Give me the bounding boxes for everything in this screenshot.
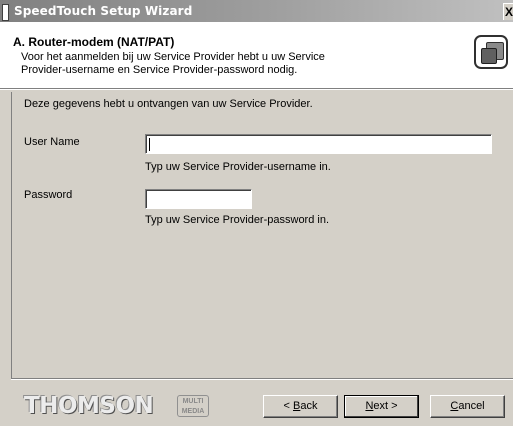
page-title: A. Router-modem (NAT/PAT) [13, 35, 175, 49]
password-label: Password [24, 189, 73, 201]
logo-wordmark: THOMSON [24, 393, 154, 419]
page-description: Voor het aanmelden bij uw Service Provid… [21, 51, 381, 77]
text-caret [149, 138, 150, 151]
header-divider [0, 88, 513, 90]
password-input[interactable] [145, 189, 252, 209]
close-button[interactable]: X [503, 3, 513, 20]
cancel-button[interactable]: Cancel [430, 395, 505, 418]
wizard-header: A. Router-modem (NAT/PAT) Voor het aanme… [0, 22, 513, 88]
description-line-2: Provider-username en Service Provider-pa… [21, 64, 298, 76]
username-hint: Typ uw Service Provider-username in. [145, 161, 331, 173]
intro-text: Deze gegevens hebt u ontvangen van uw Se… [24, 98, 313, 110]
app-icon [2, 4, 9, 21]
username-input[interactable] [145, 134, 492, 154]
next-button[interactable]: Next > [344, 395, 419, 418]
title-bar: SpeedTouch Setup Wizard X [0, 0, 513, 22]
description-line-1: Voor het aanmelden bij uw Service Provid… [21, 51, 325, 63]
back-button[interactable]: < Back [263, 395, 338, 418]
wizard-icon [474, 35, 508, 69]
footer-divider [11, 378, 513, 380]
username-label: User Name [24, 136, 80, 148]
logo-multimedia-badge: MULTI MEDIA [177, 395, 209, 417]
content-left-border [11, 92, 12, 378]
window-title: SpeedTouch Setup Wizard [14, 4, 193, 18]
password-hint: Typ uw Service Provider-password in. [145, 214, 330, 226]
